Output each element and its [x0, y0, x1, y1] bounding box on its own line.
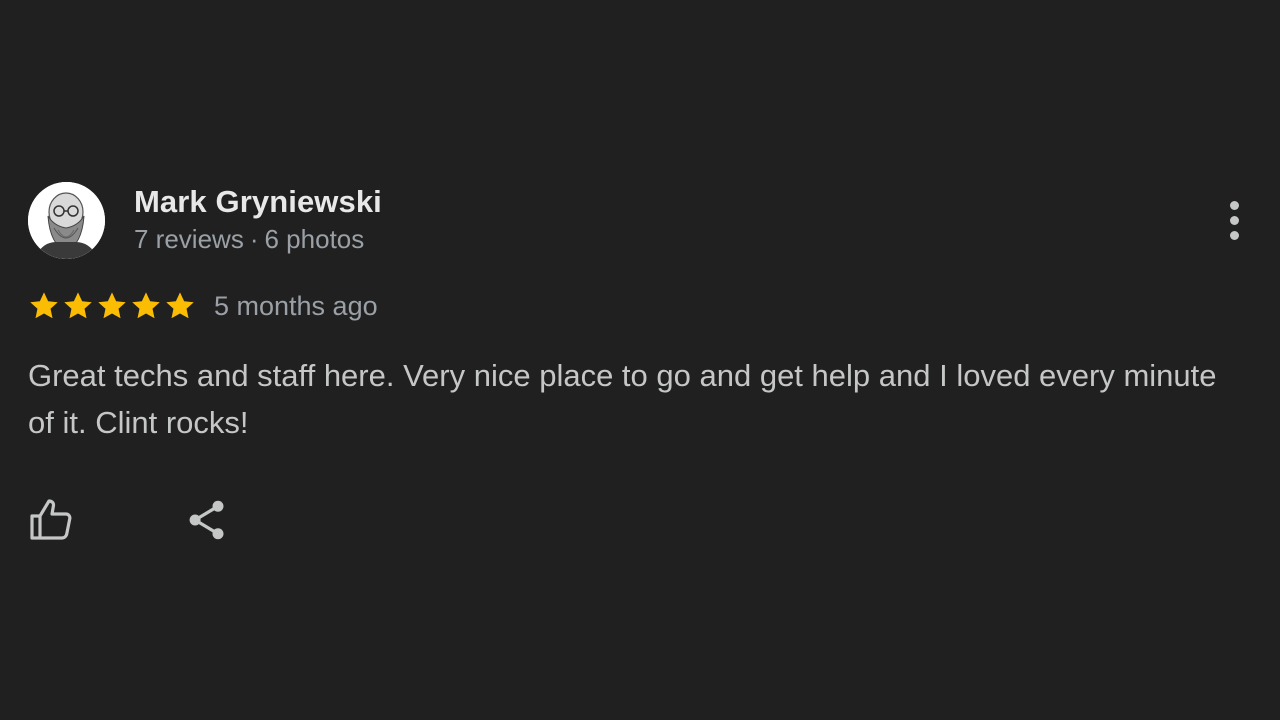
avatar[interactable] — [28, 182, 105, 259]
review-date: 5 months ago — [214, 291, 378, 321]
more-vert-icon — [1229, 200, 1239, 210]
review-count: 7 reviews — [134, 224, 244, 254]
review-page: Mark Gryniewski 7 reviews · 6 photos 5 mon… — [0, 0, 1280, 720]
star-icon — [164, 290, 196, 322]
more-options-button[interactable] — [1222, 196, 1246, 244]
photo-count: 6 photos — [264, 224, 365, 254]
avatar-photo — [28, 182, 105, 259]
star-rating — [28, 290, 196, 322]
review-text: Great techs and staff here. Very nice pl… — [28, 358, 1217, 440]
share-icon — [189, 500, 224, 540]
meta-separator: · — [249, 224, 259, 254]
share-button[interactable] — [181, 494, 233, 546]
author-meta: 7 reviews · 6 photos — [134, 224, 382, 254]
star-icon — [96, 290, 128, 322]
star-icon — [28, 290, 60, 322]
more-vert-icon-dot — [1229, 215, 1239, 225]
star-icon — [62, 290, 94, 322]
author-name[interactable]: Mark Gryniewski — [134, 184, 382, 220]
star-icon — [130, 290, 162, 322]
rating-row: 5 months ago — [28, 286, 378, 326]
review-actions — [28, 494, 233, 546]
review-card: Mark Gryniewski 7 reviews · 6 photos 5 mon… — [28, 182, 1252, 540]
more-vert-icon-dot — [1229, 230, 1239, 240]
review-header: Mark Gryniewski 7 reviews · 6 photos — [28, 182, 1252, 262]
thumb-up-icon — [30, 499, 72, 540]
like-button[interactable] — [26, 494, 78, 546]
author-info: Mark Gryniewski 7 reviews · 6 photos — [134, 184, 382, 254]
